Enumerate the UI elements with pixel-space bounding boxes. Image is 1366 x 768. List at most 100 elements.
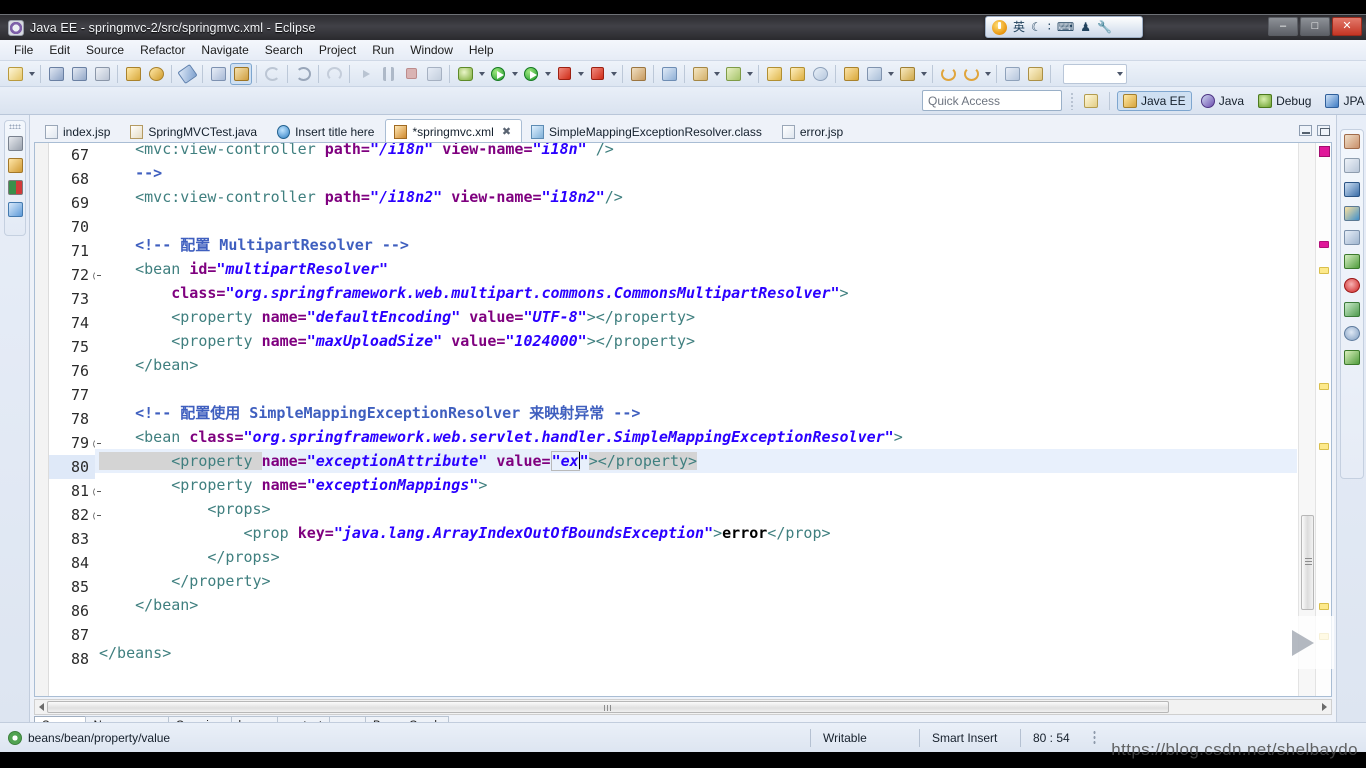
menu-refactor[interactable]: Refactor bbox=[132, 41, 193, 59]
debug-dropdown-arrow[interactable] bbox=[477, 65, 486, 83]
menu-navigate[interactable]: Navigate bbox=[193, 41, 256, 59]
moon-icon[interactable]: ☾ bbox=[1031, 21, 1042, 33]
new-java-project-button[interactable] bbox=[689, 63, 711, 85]
code-line[interactable]: <property name="exceptionAttribute" valu… bbox=[95, 449, 1297, 473]
junit-icon[interactable] bbox=[7, 180, 23, 195]
debug-button[interactable] bbox=[454, 63, 476, 85]
redo-button[interactable] bbox=[292, 63, 314, 85]
print-button[interactable] bbox=[91, 63, 113, 85]
code-editor[interactable]: 67 68 69 70 71 72 73 74 75 76 77 78 79 80 81 82 83 84 85 86… bbox=[34, 142, 1332, 697]
marker-button[interactable] bbox=[230, 62, 252, 85]
code-line[interactable]: </props> bbox=[95, 545, 1297, 569]
new-class-button[interactable] bbox=[722, 63, 744, 85]
toggle-breakpoint-button[interactable] bbox=[176, 63, 198, 85]
back-history-button[interactable] bbox=[937, 63, 959, 85]
toolbar-combo[interactable] bbox=[1063, 63, 1127, 84]
code-line[interactable]: <property name="defaultEncoding" value="… bbox=[95, 305, 1297, 329]
editor-tab-simplemappingexceptionresolver-class[interactable]: SimpleMappingExceptionResolver.class bbox=[522, 121, 773, 143]
horizontal-scrollbar-thumb[interactable] bbox=[47, 701, 1169, 713]
project-explorer-icon[interactable] bbox=[7, 136, 23, 151]
code-line[interactable]: </bean> bbox=[95, 593, 1297, 617]
publish-button[interactable] bbox=[586, 63, 608, 85]
editor-view-controls[interactable] bbox=[1299, 125, 1330, 136]
menu-source[interactable]: Source bbox=[78, 41, 132, 59]
menu-file[interactable]: File bbox=[6, 41, 41, 59]
menu-run[interactable]: Run bbox=[364, 41, 402, 59]
publish-dropdown-arrow[interactable] bbox=[609, 65, 618, 83]
snippets-icon[interactable] bbox=[1344, 158, 1360, 173]
new-server-button[interactable] bbox=[627, 63, 649, 85]
maximize-editor-icon[interactable] bbox=[1317, 125, 1330, 136]
code-line[interactable] bbox=[95, 377, 1297, 401]
editor-tab-springmvctest-java[interactable]: SpringMVCTest.java bbox=[121, 121, 268, 143]
open-type-button[interactable] bbox=[658, 63, 680, 85]
java-project-dropdown-arrow[interactable] bbox=[712, 65, 721, 83]
suspend-button[interactable] bbox=[377, 63, 399, 85]
overview-ruler[interactable] bbox=[1315, 143, 1331, 696]
new-jsp-button[interactable] bbox=[122, 63, 144, 85]
forward-history-button[interactable] bbox=[960, 63, 982, 85]
code-line[interactable]: <!-- 配置 MultipartResolver --> bbox=[95, 233, 1297, 257]
minimize-editor-icon[interactable] bbox=[1299, 125, 1312, 136]
vertical-scrollbar-thumb[interactable] bbox=[1301, 515, 1314, 610]
fast-view-drag-handle[interactable] bbox=[9, 124, 21, 129]
markers-icon[interactable] bbox=[7, 158, 23, 173]
problems-icon[interactable] bbox=[1344, 278, 1360, 293]
code-line[interactable]: </beans> bbox=[95, 641, 1297, 665]
back-button[interactable] bbox=[323, 63, 345, 85]
user-icon[interactable]: ♟ bbox=[1080, 21, 1091, 33]
perspective-java[interactable]: Java bbox=[1196, 92, 1249, 110]
code-line[interactable]: </property> bbox=[95, 569, 1297, 593]
keyboard-icon[interactable]: ⌨ bbox=[1057, 21, 1074, 33]
wrench-icon[interactable]: 🔧 bbox=[1097, 21, 1112, 33]
overview-warning-marker[interactable] bbox=[1319, 603, 1329, 610]
code-line[interactable]: <bean class="org.springframework.web.ser… bbox=[95, 425, 1297, 449]
new-class-dropdown-arrow[interactable] bbox=[745, 65, 754, 83]
code-line[interactable]: <property name="maxUploadSize" value="10… bbox=[95, 329, 1297, 353]
properties-icon[interactable] bbox=[1344, 230, 1360, 245]
run-dropdown-arrow[interactable] bbox=[510, 65, 519, 83]
new-dropdown-arrow[interactable] bbox=[27, 65, 36, 83]
overview-warning-marker[interactable] bbox=[1319, 443, 1329, 450]
validate-button[interactable] bbox=[207, 63, 229, 85]
last-edit-dropdown-arrow[interactable] bbox=[919, 65, 928, 83]
ime-mode-label[interactable]: 英 bbox=[1013, 21, 1025, 33]
close-icon[interactable]: ✖ bbox=[502, 125, 511, 138]
new-folder-button[interactable] bbox=[763, 63, 785, 85]
save-all-button[interactable] bbox=[68, 63, 90, 85]
annotation-dropdown-arrow[interactable] bbox=[886, 65, 895, 83]
code-line[interactable]: <bean id="multipartResolver" bbox=[95, 257, 1297, 281]
source-text[interactable]: <mvc:view-controller path="/i18n" view-n… bbox=[95, 143, 1297, 696]
editor-tab-error-jsp[interactable]: error.jsp bbox=[773, 121, 854, 143]
code-line[interactable] bbox=[95, 617, 1297, 641]
code-line[interactable]: <property name="exceptionMappings"> bbox=[95, 473, 1297, 497]
editor-tab-insert-title-here[interactable]: Insert title here bbox=[268, 121, 385, 143]
close-button[interactable]: ✕ bbox=[1332, 17, 1362, 36]
previous-annotation-button[interactable] bbox=[863, 63, 885, 85]
history-dropdown-arrow[interactable] bbox=[983, 65, 992, 83]
code-line[interactable]: <prop key="java.lang.ArrayIndexOutOfBoun… bbox=[95, 521, 1297, 545]
open-perspective-button[interactable] bbox=[1080, 90, 1102, 112]
menu-project[interactable]: Project bbox=[311, 41, 364, 59]
open-perspective-toolbar-button[interactable] bbox=[1024, 63, 1046, 85]
task-list-icon[interactable] bbox=[1344, 302, 1360, 317]
menu-search[interactable]: Search bbox=[257, 41, 311, 59]
run-as-button[interactable] bbox=[520, 63, 542, 85]
scroll-left-icon[interactable] bbox=[39, 703, 44, 711]
outline-icon[interactable] bbox=[7, 202, 23, 217]
menu-edit[interactable]: Edit bbox=[41, 41, 78, 59]
perspective-debug[interactable]: Debug bbox=[1253, 92, 1316, 110]
status-resize-grip[interactable] bbox=[1093, 729, 1096, 746]
code-line[interactable]: class="org.springframework.web.multipart… bbox=[95, 281, 1297, 305]
resume-button[interactable] bbox=[354, 63, 376, 85]
code-line[interactable]: --> bbox=[95, 161, 1297, 185]
stop-dropdown-arrow[interactable] bbox=[576, 65, 585, 83]
editor-tab-springmvc-xml[interactable]: *springmvc.xml ✖ bbox=[385, 119, 523, 143]
overview-error-marker[interactable] bbox=[1319, 241, 1329, 248]
search-button[interactable] bbox=[809, 63, 831, 85]
maximize-button[interactable]: □ bbox=[1300, 17, 1330, 36]
video-play-overlay-icon[interactable] bbox=[1272, 616, 1334, 669]
menu-window[interactable]: Window bbox=[402, 41, 461, 59]
run-as-dropdown-arrow[interactable] bbox=[543, 65, 552, 83]
stop-server-button[interactable] bbox=[553, 63, 575, 85]
